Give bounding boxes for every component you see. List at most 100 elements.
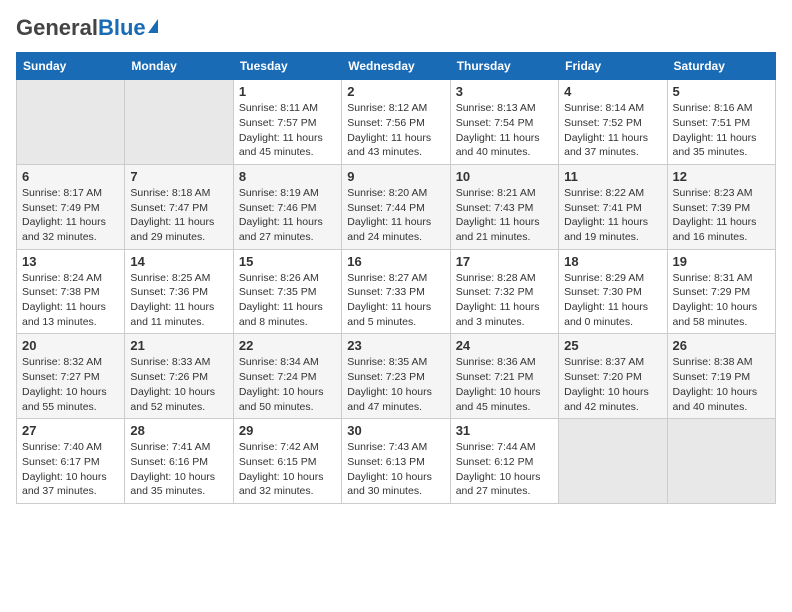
calendar-cell: 4 Sunrise: 8:14 AM Sunset: 7:52 PM Daylig…: [559, 80, 667, 165]
logo-triangle-icon: [148, 19, 158, 33]
day-number: 9: [347, 169, 444, 184]
calendar-week-row: 20 Sunrise: 8:32 AM Sunset: 7:27 PM Dayli…: [17, 334, 776, 419]
day-number: 8: [239, 169, 336, 184]
cell-content: Sunrise: 8:25 AM Sunset: 7:36 PM Dayligh…: [130, 271, 227, 330]
day-number: 3: [456, 84, 553, 99]
calendar-week-row: 1 Sunrise: 8:11 AM Sunset: 7:57 PM Daylig…: [17, 80, 776, 165]
calendar-cell: 16 Sunrise: 8:27 AM Sunset: 7:33 PM Dayli…: [342, 249, 450, 334]
day-header-thursday: Thursday: [450, 53, 558, 80]
day-number: 28: [130, 423, 227, 438]
cell-content: Sunrise: 7:42 AM Sunset: 6:15 PM Dayligh…: [239, 440, 336, 499]
cell-content: Sunrise: 8:13 AM Sunset: 7:54 PM Dayligh…: [456, 101, 553, 160]
day-number: 27: [22, 423, 119, 438]
day-header-monday: Monday: [125, 53, 233, 80]
day-number: 16: [347, 254, 444, 269]
cell-content: Sunrise: 8:35 AM Sunset: 7:23 PM Dayligh…: [347, 355, 444, 414]
day-number: 30: [347, 423, 444, 438]
calendar-cell: 6Sunrise: 8:17 AM Sunset: 7:49 PM Daylig…: [17, 164, 125, 249]
day-number: 11: [564, 169, 661, 184]
calendar-cell: 3 Sunrise: 8:13 AM Sunset: 7:54 PM Daylig…: [450, 80, 558, 165]
day-number: 19: [673, 254, 770, 269]
day-number: 25: [564, 338, 661, 353]
calendar-cell: 18Sunrise: 8:29 AM Sunset: 7:30 PM Dayli…: [559, 249, 667, 334]
cell-content: Sunrise: 7:41 AM Sunset: 6:16 PM Dayligh…: [130, 440, 227, 499]
cell-content: Sunrise: 8:27 AM Sunset: 7:33 PM Dayligh…: [347, 271, 444, 330]
calendar-cell: [667, 419, 775, 504]
day-number: 10: [456, 169, 553, 184]
calendar-cell: 8 Sunrise: 8:19 AM Sunset: 7:46 PM Daylig…: [233, 164, 341, 249]
day-number: 20: [22, 338, 119, 353]
cell-content: Sunrise: 8:37 AM Sunset: 7:20 PM Dayligh…: [564, 355, 661, 414]
calendar-cell: 24Sunrise: 8:36 AM Sunset: 7:21 PM Dayli…: [450, 334, 558, 419]
calendar-body: 1 Sunrise: 8:11 AM Sunset: 7:57 PM Daylig…: [17, 80, 776, 504]
day-header-tuesday: Tuesday: [233, 53, 341, 80]
calendar-container: GeneralBlue SundayMondayTuesdayWednesday…: [0, 0, 792, 512]
day-number: 15: [239, 254, 336, 269]
calendar-cell: [17, 80, 125, 165]
day-number: 26: [673, 338, 770, 353]
day-number: 12: [673, 169, 770, 184]
day-number: 21: [130, 338, 227, 353]
cell-content: Sunrise: 8:17 AM Sunset: 7:49 PM Dayligh…: [22, 186, 119, 245]
cell-content: Sunrise: 8:34 AM Sunset: 7:24 PM Dayligh…: [239, 355, 336, 414]
cell-content: Sunrise: 8:33 AM Sunset: 7:26 PM Dayligh…: [130, 355, 227, 414]
calendar-cell: 21 Sunrise: 8:33 AM Sunset: 7:26 PM Dayli…: [125, 334, 233, 419]
calendar-cell: 29 Sunrise: 7:42 AM Sunset: 6:15 PM Dayli…: [233, 419, 341, 504]
calendar-cell: 2 Sunrise: 8:12 AM Sunset: 7:56 PM Daylig…: [342, 80, 450, 165]
logo-text: GeneralBlue: [16, 16, 146, 40]
calendar-cell: 25 Sunrise: 8:37 AM Sunset: 7:20 PM Dayli…: [559, 334, 667, 419]
cell-content: Sunrise: 8:23 AM Sunset: 7:39 PM Dayligh…: [673, 186, 770, 245]
day-header-saturday: Saturday: [667, 53, 775, 80]
day-number: 17: [456, 254, 553, 269]
cell-content: Sunrise: 8:16 AM Sunset: 7:51 PM Dayligh…: [673, 101, 770, 160]
day-number: 5: [673, 84, 770, 99]
day-number: 23: [347, 338, 444, 353]
calendar-table: SundayMondayTuesdayWednesdayThursdayFrid…: [16, 52, 776, 504]
calendar-cell: 10 Sunrise: 8:21 AM Sunset: 7:43 PM Dayli…: [450, 164, 558, 249]
day-header-wednesday: Wednesday: [342, 53, 450, 80]
logo: GeneralBlue: [16, 16, 158, 40]
logo-general: General: [16, 15, 98, 40]
day-number: 1: [239, 84, 336, 99]
cell-content: Sunrise: 8:18 AM Sunset: 7:47 PM Dayligh…: [130, 186, 227, 245]
day-number: 2: [347, 84, 444, 99]
calendar-cell: 27Sunrise: 7:40 AM Sunset: 6:17 PM Dayli…: [17, 419, 125, 504]
day-number: 4: [564, 84, 661, 99]
calendar-cell: 14Sunrise: 8:25 AM Sunset: 7:36 PM Dayli…: [125, 249, 233, 334]
cell-content: Sunrise: 8:12 AM Sunset: 7:56 PM Dayligh…: [347, 101, 444, 160]
cell-content: Sunrise: 8:36 AM Sunset: 7:21 PM Dayligh…: [456, 355, 553, 414]
calendar-cell: 13Sunrise: 8:24 AM Sunset: 7:38 PM Dayli…: [17, 249, 125, 334]
cell-content: Sunrise: 8:22 AM Sunset: 7:41 PM Dayligh…: [564, 186, 661, 245]
day-number: 29: [239, 423, 336, 438]
calendar-thead: SundayMondayTuesdayWednesdayThursdayFrid…: [17, 53, 776, 80]
calendar-cell: [559, 419, 667, 504]
calendar-cell: 28 Sunrise: 7:41 AM Sunset: 6:16 PM Dayli…: [125, 419, 233, 504]
cell-content: Sunrise: 8:21 AM Sunset: 7:43 PM Dayligh…: [456, 186, 553, 245]
cell-content: Sunrise: 8:14 AM Sunset: 7:52 PM Dayligh…: [564, 101, 661, 160]
cell-content: Sunrise: 8:28 AM Sunset: 7:32 PM Dayligh…: [456, 271, 553, 330]
calendar-cell: 5 Sunrise: 8:16 AM Sunset: 7:51 PM Daylig…: [667, 80, 775, 165]
calendar-cell: 11 Sunrise: 8:22 AM Sunset: 7:41 PM Dayli…: [559, 164, 667, 249]
logo-blue: Blue: [98, 15, 146, 40]
calendar-cell: 20 Sunrise: 8:32 AM Sunset: 7:27 PM Dayli…: [17, 334, 125, 419]
calendar-cell: 30 Sunrise: 7:43 AM Sunset: 6:13 PM Dayli…: [342, 419, 450, 504]
calendar-cell: 19 Sunrise: 8:31 AM Sunset: 7:29 PM Dayli…: [667, 249, 775, 334]
cell-content: Sunrise: 8:11 AM Sunset: 7:57 PM Dayligh…: [239, 101, 336, 160]
day-header-friday: Friday: [559, 53, 667, 80]
cell-content: Sunrise: 8:19 AM Sunset: 7:46 PM Dayligh…: [239, 186, 336, 245]
header-row: SundayMondayTuesdayWednesdayThursdayFrid…: [17, 53, 776, 80]
calendar-cell: 15Sunrise: 8:26 AM Sunset: 7:35 PM Dayli…: [233, 249, 341, 334]
cell-content: Sunrise: 8:32 AM Sunset: 7:27 PM Dayligh…: [22, 355, 119, 414]
day-header-sunday: Sunday: [17, 53, 125, 80]
day-number: 31: [456, 423, 553, 438]
calendar-cell: 7Sunrise: 8:18 AM Sunset: 7:47 PM Daylig…: [125, 164, 233, 249]
day-number: 22: [239, 338, 336, 353]
cell-content: Sunrise: 8:31 AM Sunset: 7:29 PM Dayligh…: [673, 271, 770, 330]
cell-content: Sunrise: 7:44 AM Sunset: 6:12 PM Dayligh…: [456, 440, 553, 499]
calendar-cell: 23 Sunrise: 8:35 AM Sunset: 7:23 PM Dayli…: [342, 334, 450, 419]
cell-content: Sunrise: 7:43 AM Sunset: 6:13 PM Dayligh…: [347, 440, 444, 499]
calendar-week-row: 27Sunrise: 7:40 AM Sunset: 6:17 PM Dayli…: [17, 419, 776, 504]
calendar-cell: 9 Sunrise: 8:20 AM Sunset: 7:44 PM Daylig…: [342, 164, 450, 249]
cell-content: Sunrise: 8:20 AM Sunset: 7:44 PM Dayligh…: [347, 186, 444, 245]
calendar-cell: 31 Sunrise: 7:44 AM Sunset: 6:12 PM Dayli…: [450, 419, 558, 504]
